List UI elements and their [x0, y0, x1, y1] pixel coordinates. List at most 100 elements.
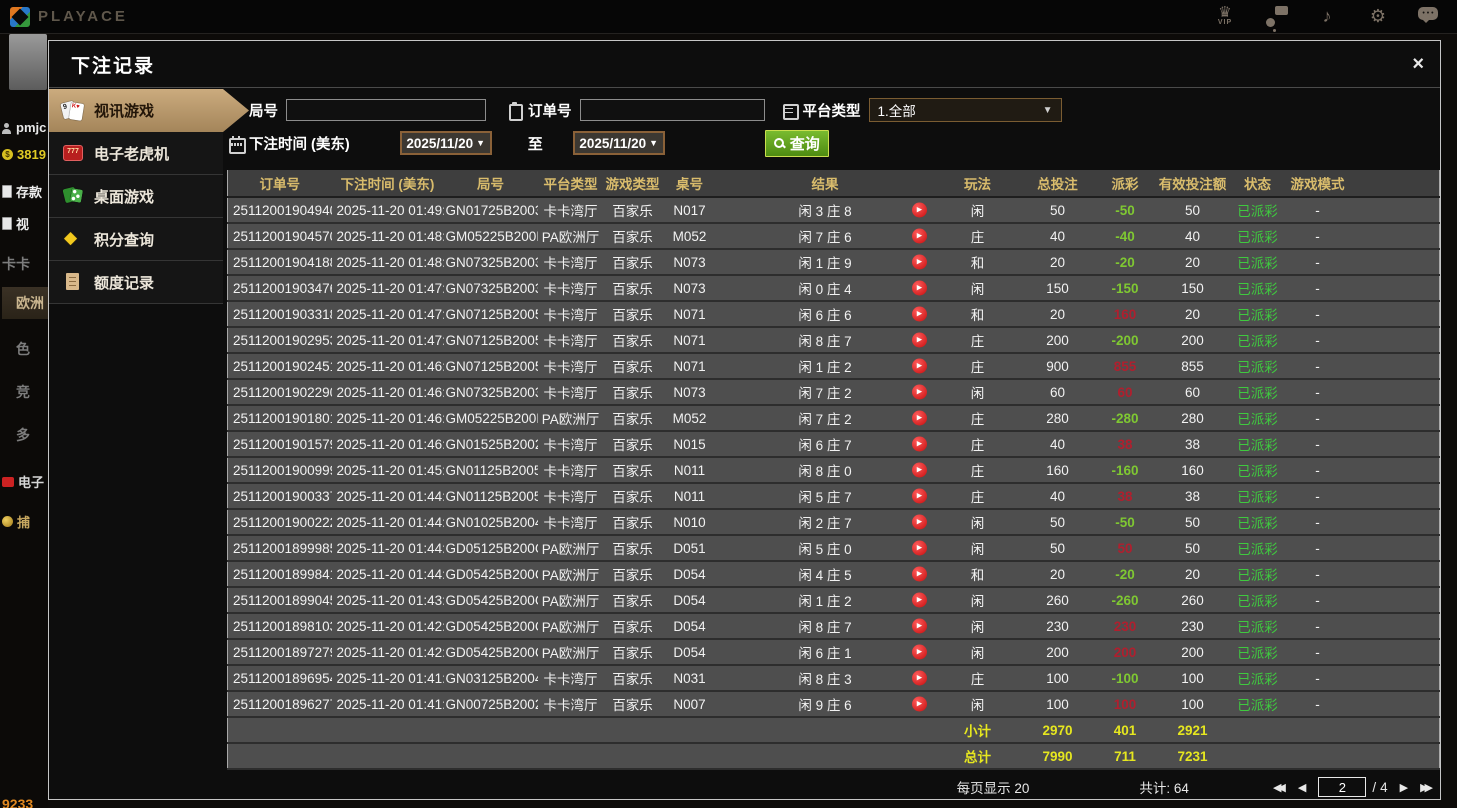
- bg-nav-slots[interactable]: 电子: [2, 472, 44, 491]
- play-replay-button[interactable]: ▶: [911, 202, 927, 218]
- date-to-picker[interactable]: 2025/11/20 ▼: [572, 131, 665, 155]
- play-replay-button[interactable]: ▶: [911, 358, 927, 374]
- cell-status: 已派彩: [1227, 561, 1288, 588]
- music-icon[interactable]: ♪: [1315, 4, 1339, 30]
- round-label: 局号: [249, 103, 278, 120]
- cell-order: 251120018990452: [227, 587, 332, 614]
- cell-result: 闲 6 庄 6 ▶: [717, 301, 933, 328]
- query-button[interactable]: 查询: [764, 129, 829, 157]
- bg-nav-video[interactable]: 视: [2, 214, 29, 233]
- cell-bet-type: 闲: [932, 197, 1023, 224]
- cell-round: GD05425B200CO: [443, 613, 538, 640]
- prev-page-button[interactable]: [1292, 781, 1312, 794]
- next-page-button[interactable]: [1394, 781, 1414, 794]
- last-page-button[interactable]: [1414, 781, 1439, 794]
- chevron-down-icon: ▼: [476, 138, 486, 148]
- filter-row-2: 下注时间 (美东) 2025/11/20 ▼ 至 2025/11/20 ▼ 查询: [227, 129, 1440, 157]
- table-row: 2511200190418802025-11-20 01:48:25GN0732…: [227, 249, 1440, 276]
- play-replay-button[interactable]: ▶: [911, 410, 927, 426]
- cell-time: 2025-11-20 01:42:12: [331, 639, 444, 666]
- cell-game: 百家乐: [603, 639, 662, 666]
- cell-round: GN07125B2005M: [443, 327, 538, 354]
- play-replay-button[interactable]: ▶: [911, 436, 927, 452]
- cell-mode: -: [1287, 691, 1348, 718]
- play-replay-button[interactable]: ▶: [911, 228, 927, 244]
- cell-round: GN00725B2002I: [443, 691, 538, 718]
- column-header: 派彩: [1092, 170, 1158, 198]
- menu-item-table-games[interactable]: 桌面游戏: [49, 175, 223, 218]
- platform-select[interactable]: 1.全部 ▼: [868, 98, 1062, 122]
- cell-round: GM05225B200KN: [443, 405, 538, 432]
- close-icon[interactable]: ×: [1412, 54, 1424, 74]
- cell-platform: PA欧洲厅: [537, 535, 604, 562]
- play-replay-button[interactable]: ▶: [911, 670, 927, 686]
- bg-nav-lobby-3[interactable]: 色: [2, 339, 30, 359]
- play-replay-button[interactable]: ▶: [911, 384, 927, 400]
- column-header: 游戏模式: [1287, 170, 1348, 198]
- play-replay-button[interactable]: ▶: [911, 566, 927, 582]
- order-label: 订单号: [528, 103, 572, 120]
- cell-game: 百家乐: [603, 483, 662, 510]
- bg-nav-lobby-2[interactable]: 欧洲: [2, 287, 48, 319]
- cell-game: 百家乐: [603, 301, 662, 328]
- bg-nav-lobby-4[interactable]: 竞: [2, 382, 30, 402]
- menu-item-label: 视讯游戏: [94, 103, 155, 120]
- cell-total-bet: 20: [1022, 249, 1093, 276]
- play-replay-button[interactable]: ▶: [911, 462, 927, 478]
- cell-mode: -: [1287, 561, 1348, 588]
- play-replay-button[interactable]: ▶: [911, 306, 927, 322]
- chat-icon[interactable]: [1417, 4, 1441, 30]
- play-replay-button[interactable]: ▶: [911, 280, 927, 296]
- column-header: 有效投注额: [1157, 170, 1228, 198]
- bg-nav-fishing[interactable]: 捕: [2, 512, 30, 531]
- cell-order: 251120018972792: [227, 639, 332, 666]
- support-chat-icon[interactable]: [1264, 4, 1288, 30]
- cell-status: 已派彩: [1227, 613, 1288, 640]
- play-replay-button[interactable]: ▶: [911, 540, 927, 556]
- vip-crown-icon[interactable]: ♛ VIP: [1213, 4, 1237, 30]
- cell-result: 闲 2 庄 7 ▶: [717, 509, 933, 536]
- play-replay-button[interactable]: ▶: [911, 644, 927, 660]
- cell-round: GM05225B200KT: [443, 223, 538, 250]
- play-replay-button[interactable]: ▶: [911, 488, 927, 504]
- date-from-picker[interactable]: 2025/11/20 ▼: [399, 131, 492, 155]
- play-replay-button[interactable]: ▶: [911, 332, 927, 348]
- play-replay-button[interactable]: ▶: [911, 618, 927, 634]
- play-icon: ▶: [916, 648, 923, 656]
- cell-result: 闲 1 庄 2 ▶: [717, 587, 933, 614]
- calendar-icon: [227, 135, 246, 154]
- cell-result: 闲 4 庄 5 ▶: [717, 561, 933, 588]
- deposit-button[interactable]: 存款: [2, 182, 42, 201]
- modal-content: 局号 订单号 平台类型 1.全部 ▼ 下注时间 (美东) 2025/11/20 …: [223, 89, 1440, 799]
- play-replay-button[interactable]: ▶: [911, 696, 927, 712]
- play-replay-button[interactable]: ▶: [911, 514, 927, 530]
- cell-round: GN03125B2004D: [443, 665, 538, 692]
- order-input[interactable]: [579, 99, 765, 121]
- menu-item-quota-records[interactable]: 额度记录: [49, 261, 223, 304]
- cell-total-bet: 900: [1022, 353, 1093, 380]
- round-input[interactable]: [286, 99, 486, 121]
- cell-mode: -: [1287, 587, 1348, 614]
- bg-nav-lobby-1[interactable]: 卡卡: [2, 254, 30, 274]
- play-icon: ▶: [916, 232, 923, 240]
- cell-valid-bet: 280: [1157, 405, 1228, 432]
- cell-bet-type: 闲: [932, 691, 1023, 718]
- cell-mode: -: [1287, 665, 1348, 692]
- play-icon: ▶: [916, 596, 923, 604]
- cell-platform: PA欧洲厅: [537, 587, 604, 614]
- gear-icon[interactable]: ⚙: [1366, 4, 1390, 30]
- cell-payout: -20: [1092, 249, 1158, 276]
- menu-item-points-query[interactable]: 积分查询: [49, 218, 223, 261]
- avatar[interactable]: [9, 34, 47, 90]
- first-page-button[interactable]: [1267, 781, 1292, 794]
- cell-order: 251120019003377: [227, 483, 332, 510]
- bg-nav-lobby-5[interactable]: 多: [2, 425, 30, 445]
- page-number-input[interactable]: [1318, 777, 1367, 797]
- menu-item-slot-machines[interactable]: 电子老虎机: [49, 132, 223, 175]
- cell-bet-type: 和: [932, 561, 1023, 588]
- cell-total-bet: 20: [1022, 301, 1093, 328]
- cell-game: 百家乐: [603, 535, 662, 562]
- play-replay-button[interactable]: ▶: [911, 592, 927, 608]
- play-replay-button[interactable]: ▶: [911, 254, 927, 270]
- menu-item-video-games[interactable]: 视讯游戏: [49, 89, 249, 132]
